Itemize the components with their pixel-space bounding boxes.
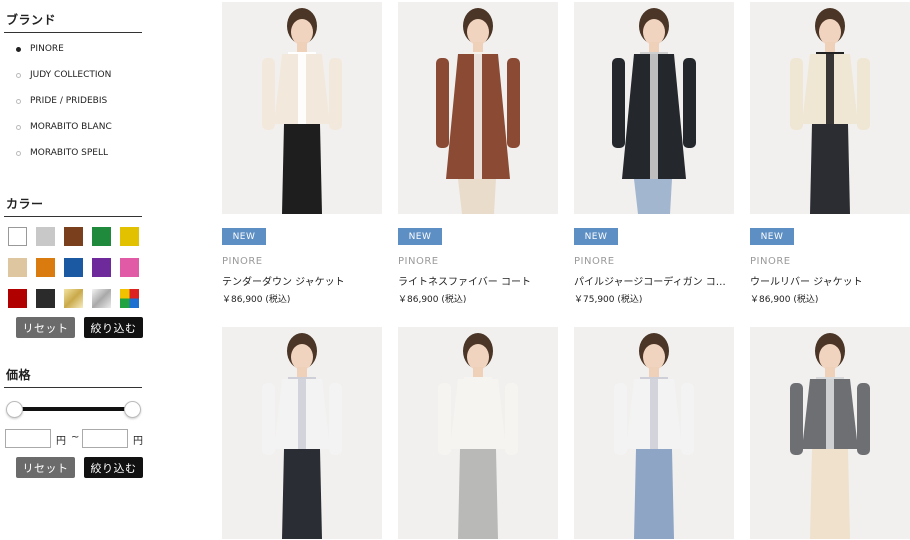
price-max-handle[interactable]: [124, 401, 141, 418]
model-photo-illustration: [750, 327, 910, 539]
color-swatch-multi[interactable]: [120, 289, 139, 308]
brand-label: JUDY COLLECTION: [30, 70, 112, 80]
color-swatch[interactable]: [64, 227, 83, 246]
product-brand: PINORE: [574, 256, 615, 267]
color-swatch[interactable]: [64, 258, 83, 277]
new-badge: NEW: [574, 228, 618, 245]
color-swatch[interactable]: [36, 227, 55, 246]
radio-dot-icon: [16, 99, 21, 104]
model-photo-illustration: [750, 2, 910, 214]
product-photo[interactable]: [750, 2, 910, 214]
model-photo-illustration: [398, 327, 558, 539]
brand-label: PINORE: [30, 44, 64, 54]
brand-list: PINORE JUDY COLLECTION PRIDE / PRIDEBIS …: [0, 38, 150, 168]
product-brand: PINORE: [398, 256, 439, 267]
model-photo-illustration: [398, 2, 558, 214]
model-photo-illustration: [574, 327, 734, 539]
brand-item-morabito-blanc[interactable]: MORABITO BLANC: [0, 116, 150, 142]
product-photo[interactable]: [750, 327, 910, 539]
brand-item-pride-pridebis[interactable]: PRIDE / PRIDEBIS: [0, 90, 150, 116]
radio-dot-icon: [16, 73, 21, 78]
color-reset-button[interactable]: リセット: [16, 317, 75, 338]
color-swatch[interactable]: [8, 227, 27, 246]
price-separator: ~: [71, 432, 80, 443]
brand-label: MORABITO BLANC: [30, 122, 112, 132]
brand-item-judy-collection[interactable]: JUDY COLLECTION: [0, 64, 150, 90]
product-brand: PINORE: [222, 256, 263, 267]
model-photo-illustration: [574, 2, 734, 214]
color-swatch[interactable]: [36, 258, 55, 277]
product-photo[interactable]: [398, 2, 558, 214]
product-name[interactable]: パイルジャージコーディガン コー…: [574, 273, 734, 288]
color-swatch[interactable]: [8, 258, 27, 277]
color-filter-title: カラー: [6, 197, 44, 211]
brand-item-morabito-spell[interactable]: MORABITO SPELL: [0, 142, 150, 168]
model-photo-illustration: [222, 2, 382, 214]
price-reset-button[interactable]: リセット: [16, 457, 75, 478]
brand-item-pinore[interactable]: PINORE: [0, 38, 150, 64]
price-min-input[interactable]: [5, 429, 51, 448]
product-photo[interactable]: [222, 2, 382, 214]
brand-filter-title: ブランド: [6, 13, 57, 27]
product-name[interactable]: ウールリバー ジャケット: [750, 273, 910, 288]
price-range-track[interactable]: [14, 407, 132, 411]
color-swatch[interactable]: [120, 227, 139, 246]
product-name[interactable]: ライトネスファイバー コート: [398, 273, 558, 288]
filter-sidebar: ブランド PINORE JUDY COLLECTION PRIDE / PRID…: [0, 0, 150, 540]
new-badge: NEW: [398, 228, 442, 245]
model-photo-illustration: [222, 327, 382, 539]
product-photo[interactable]: [222, 327, 382, 539]
radio-dot-icon: [16, 125, 21, 130]
color-filter-divider: [4, 216, 142, 217]
product-photo[interactable]: [574, 2, 734, 214]
price-filter-title: 価格: [6, 368, 32, 382]
price-max-input[interactable]: [82, 429, 128, 448]
price-filter-divider: [4, 387, 142, 388]
color-swatch-silver[interactable]: [92, 289, 111, 308]
color-swatch[interactable]: [92, 258, 111, 277]
product-price: ￥86,900 (税込): [222, 295, 291, 305]
color-swatch[interactable]: [120, 258, 139, 277]
brand-label: MORABITO SPELL: [30, 148, 109, 158]
product-photo[interactable]: [398, 327, 558, 539]
price-min-unit: 円: [56, 436, 66, 447]
product-photo[interactable]: [574, 327, 734, 539]
price-max-unit: 円: [133, 436, 143, 447]
price-apply-button[interactable]: 絞り込む: [84, 457, 143, 478]
radio-dot-icon: [16, 151, 21, 156]
radio-dot-icon: [16, 47, 21, 52]
product-brand: PINORE: [750, 256, 791, 267]
product-name[interactable]: テンダーダウン ジャケット: [222, 273, 382, 288]
brand-filter-divider: [4, 32, 142, 33]
color-swatch-gold[interactable]: [64, 289, 83, 308]
product-price: ￥86,900 (税込): [750, 295, 819, 305]
brand-label: PRIDE / PRIDEBIS: [30, 96, 108, 106]
color-swatch[interactable]: [8, 289, 27, 308]
color-apply-button[interactable]: 絞り込む: [84, 317, 143, 338]
color-swatch[interactable]: [36, 289, 55, 308]
color-swatch[interactable]: [92, 227, 111, 246]
price-min-handle[interactable]: [6, 401, 23, 418]
new-badge: NEW: [750, 228, 794, 245]
product-price: ￥86,900 (税込): [398, 295, 467, 305]
product-price: ￥75,900 (税込): [574, 295, 643, 305]
new-badge: NEW: [222, 228, 266, 245]
